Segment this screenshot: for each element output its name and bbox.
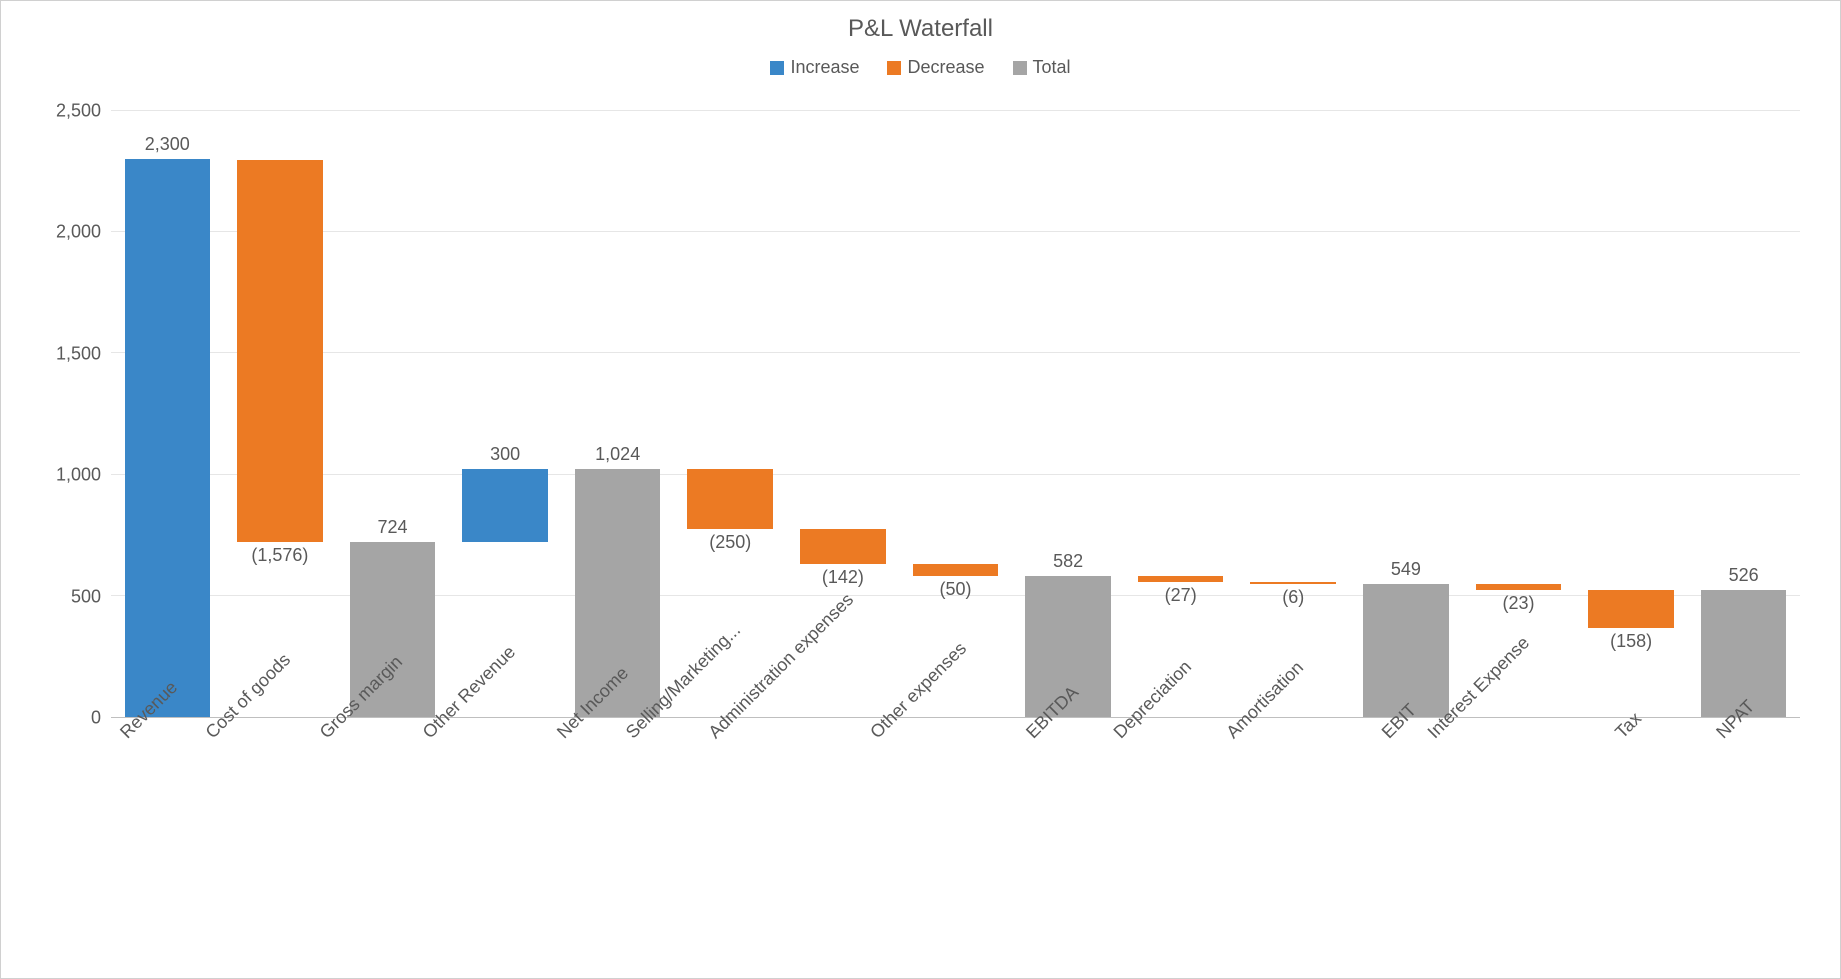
bar-increase	[462, 469, 548, 542]
bar-slot: (50)	[899, 111, 1012, 717]
bar-value-label: (158)	[1610, 631, 1652, 652]
y-tick-label: 0	[91, 708, 101, 729]
bar-value-label: (23)	[1502, 593, 1534, 614]
bar-value-label: 1,024	[595, 444, 640, 465]
bar-value-label: 582	[1053, 551, 1083, 572]
bar-slot: (158)	[1575, 111, 1688, 717]
y-tick-label: 1,000	[56, 465, 101, 486]
bar-slot: 549	[1350, 111, 1463, 717]
x-axis: RevenueCost of goodsGross marginOther Re…	[111, 718, 1800, 958]
legend-swatch-decrease	[887, 61, 901, 75]
y-tick-label: 2,000	[56, 222, 101, 243]
bar-value-label: 549	[1391, 559, 1421, 580]
bar-value-label: 724	[377, 517, 407, 538]
legend-label: Increase	[790, 57, 859, 78]
bar-decrease	[1588, 590, 1674, 628]
bar-value-label: 2,300	[145, 134, 190, 155]
bar-slot: (6)	[1237, 111, 1350, 717]
bar-slot: 300	[449, 111, 562, 717]
bar-slot: 1,024	[561, 111, 674, 717]
bar-decrease	[687, 469, 773, 530]
bar-value-label: 300	[490, 444, 520, 465]
bar-value-label: (1,576)	[251, 545, 308, 566]
legend-swatch-increase	[770, 61, 784, 75]
waterfall-chart: P&L Waterfall Increase Decrease Total 0 5…	[0, 0, 1841, 979]
bar-value-label: (250)	[709, 532, 751, 553]
bar-slot: 724	[336, 111, 449, 717]
bar-slot: (23)	[1462, 111, 1575, 717]
bar-value-label: (27)	[1165, 585, 1197, 606]
bar-slot: (1,576)	[224, 111, 337, 717]
bar-value-label: (6)	[1282, 587, 1304, 608]
legend-swatch-total	[1013, 61, 1027, 75]
bar-decrease	[1250, 582, 1336, 584]
chart-legend: Increase Decrease Total	[1, 57, 1840, 78]
y-axis: 05001,0001,5002,0002,500	[31, 111, 111, 718]
legend-label: Decrease	[907, 57, 984, 78]
legend-label: Total	[1033, 57, 1071, 78]
plot-area: 2,300 (1,576) 724 300 1,024 (250) (142) (50) 582…	[111, 111, 1800, 718]
legend-item-increase: Increase	[770, 57, 859, 78]
bar-value-label: 526	[1729, 565, 1759, 586]
bar-decrease	[237, 160, 323, 542]
bar-decrease	[1138, 576, 1224, 583]
y-tick-label: 2,500	[56, 101, 101, 122]
chart-title: P&L Waterfall	[1, 1, 1840, 43]
legend-item-decrease: Decrease	[887, 57, 984, 78]
bar-slot: 526	[1687, 111, 1800, 717]
bar-decrease	[913, 564, 999, 576]
bar-slot: 582	[1012, 111, 1125, 717]
bar-slot: (27)	[1124, 111, 1237, 717]
bar-value-label: (50)	[939, 579, 971, 600]
bar-slot: 2,300	[111, 111, 224, 717]
bar-decrease	[800, 529, 886, 563]
y-tick-label: 500	[71, 586, 101, 607]
bar-value-label: (142)	[822, 567, 864, 588]
bar-increase	[125, 159, 211, 717]
bar-total	[1363, 584, 1449, 717]
y-tick-label: 1,500	[56, 343, 101, 364]
bar-decrease	[1476, 584, 1562, 590]
legend-item-total: Total	[1013, 57, 1071, 78]
bar-slot: (142)	[787, 111, 900, 717]
plot-outer: 05001,0001,5002,0002,500 2,300(1,576)724…	[31, 111, 1810, 958]
